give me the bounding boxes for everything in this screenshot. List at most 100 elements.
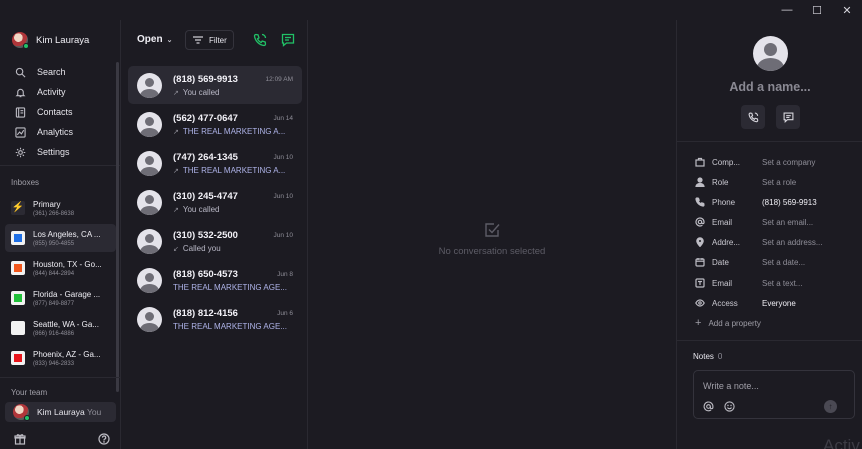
nav-label: Contacts	[37, 107, 73, 117]
nav-item-contacts[interactable]: Contacts	[0, 102, 116, 122]
bell-icon	[15, 87, 26, 98]
property-date[interactable]: Date Set a date...	[695, 255, 855, 269]
nav-item-search[interactable]: Search	[0, 62, 116, 82]
property-access[interactable]: Access Everyone	[695, 296, 855, 310]
inboxes-heading: Inboxes	[11, 178, 40, 187]
inbox-number: (855) 950-4855	[33, 240, 75, 247]
inbox-name: Florida - Garage ...	[33, 289, 101, 299]
status-dropdown[interactable]: Open ⌄	[137, 34, 172, 45]
message-contact-button[interactable]	[776, 105, 800, 129]
note-input-box[interactable]: Write a note... ↑	[693, 370, 855, 419]
activation-watermark: Activ	[823, 436, 860, 449]
nav-item-activity[interactable]: Activity	[0, 82, 116, 102]
inbox-houston[interactable]: Houston, TX - Go... (844) 844-2894	[5, 254, 116, 282]
contact-avatar	[137, 151, 162, 176]
conversation-item[interactable]: (818) 650-4573 Jun 8 THE REAL MARKETING …	[128, 261, 302, 299]
contact-avatar	[137, 112, 162, 137]
contact-avatar	[137, 190, 162, 215]
divider	[677, 340, 862, 341]
property-email[interactable]: Email Set an email...	[695, 215, 855, 229]
maximize-button[interactable]: ☐	[802, 0, 832, 20]
nav-item-settings[interactable]: Settings	[0, 142, 116, 162]
property-name: Date	[712, 257, 729, 267]
filter-button[interactable]: Filter	[185, 30, 234, 50]
empty-state-text: No conversation selected	[438, 246, 546, 257]
conversation-item[interactable]: (818) 812-4156 Jun 6 THE REAL MARKETING …	[128, 300, 302, 338]
divider	[677, 141, 862, 142]
property-text[interactable]: Email Set a text...	[695, 276, 855, 290]
property-name: Phone	[712, 197, 736, 207]
minimize-button[interactable]: —	[772, 0, 802, 20]
conversation-item[interactable]: (562) 477-0647 Jun 14 ↗ THE REAL MARKETIN…	[128, 105, 302, 143]
conversation-preview: ↗ You called	[173, 88, 220, 97]
close-button[interactable]: ✕	[832, 0, 862, 20]
preview-text: THE REAL MARKETING AGE...	[173, 322, 287, 331]
chevron-down-icon: ⌄	[166, 36, 173, 44]
inbox-name: Phoenix, AZ - Ga...	[33, 349, 101, 359]
gift-icon[interactable]	[14, 433, 26, 445]
note-input[interactable]: Write a note...	[703, 381, 759, 391]
message-icon	[281, 33, 295, 47]
conversation-item[interactable]: (310) 532-2500 Jun 10 ↙ Called you	[128, 222, 302, 260]
call-contact-button[interactable]	[741, 105, 765, 129]
property-value: Set an address...	[762, 237, 823, 247]
contact-phone: (310) 245-4747	[173, 191, 238, 202]
divider	[0, 165, 121, 166]
inbox-name: Houston, TX - Go...	[33, 259, 102, 269]
contact-phone: (747) 264-1345	[173, 152, 238, 163]
avatar	[13, 404, 30, 421]
plus-icon: +	[695, 317, 702, 329]
property-role[interactable]: Role Set a role	[695, 175, 855, 189]
team-member-row[interactable]: Kim Lauraya You	[5, 402, 116, 422]
conversation-time: Jun 10	[273, 193, 293, 200]
conversation-item[interactable]: (818) 569-9913 12:09 AM ↗ You called	[128, 66, 302, 104]
inbox-los-angeles[interactable]: Los Angeles, CA ... (855) 950-4855	[5, 224, 116, 252]
eye-icon	[695, 298, 705, 308]
contact-avatar[interactable]	[753, 36, 788, 71]
notes-heading: Notes 0	[693, 352, 722, 361]
property-value: Set a date...	[762, 257, 806, 267]
analytics-icon	[15, 126, 26, 138]
status-label: Open	[137, 34, 163, 45]
property-value: Set a role	[762, 177, 797, 187]
conversation-item[interactable]: (310) 245-4747 Jun 10 ↗ You called	[128, 183, 302, 221]
conversation-item[interactable]: (747) 264-1345 Jun 10 ↗ THE REAL MARKETIN…	[128, 144, 302, 182]
mention-icon[interactable]	[703, 401, 714, 412]
new-message-button[interactable]	[281, 33, 295, 47]
main-nav: Search Activity Contacts Analytics Setti…	[0, 62, 116, 162]
inbox-name: Los Angeles, CA ...	[33, 229, 101, 239]
contacts-icon	[15, 106, 26, 118]
outgoing-arrow-icon: ↗	[173, 167, 179, 175]
sidebar-scrollbar[interactable]	[116, 62, 119, 392]
phone-icon	[748, 112, 758, 122]
contact-name-field[interactable]: Add a name...	[677, 80, 862, 94]
current-user[interactable]: Kim Lauraya	[12, 32, 89, 49]
notes-count: 0	[717, 352, 723, 361]
contact-phone: (562) 477-0647	[173, 113, 238, 124]
inbox-seattle[interactable]: Seattle, WA - Ga... (866) 916-4886	[5, 314, 116, 342]
emoji-icon[interactable]	[724, 401, 735, 412]
conversation-preview: ↗ THE REAL MARKETING A...	[173, 127, 285, 136]
inbox-florida[interactable]: Florida - Garage ... (877) 849-8877	[5, 284, 116, 312]
contact-avatar	[137, 229, 162, 254]
company-icon	[695, 157, 705, 167]
property-name: Addre...	[712, 237, 741, 247]
property-value: Everyone	[762, 298, 796, 308]
conversation-preview: THE REAL MARKETING AGE...	[173, 322, 287, 331]
property-phone[interactable]: Phone (818) 569-9913	[695, 195, 855, 209]
help-icon[interactable]	[98, 433, 110, 445]
inbox-primary[interactable]: ⚡ Primary (361) 266-8638	[5, 194, 116, 222]
nav-item-analytics[interactable]: Analytics	[0, 122, 116, 142]
add-property-button[interactable]: + Add a property	[695, 317, 761, 329]
inbox-phoenix[interactable]: Phoenix, AZ - Ga... (833) 946-2833	[5, 344, 116, 372]
search-icon	[15, 67, 26, 78]
nav-label: Analytics	[37, 127, 74, 137]
send-note-button[interactable]: ↑	[824, 400, 837, 413]
new-call-button[interactable]	[253, 33, 267, 47]
contact-phone: (818) 650-4573	[173, 269, 238, 280]
conversation-time: 12:09 AM	[265, 76, 293, 83]
conversation-list: Open ⌄ Filter (818) 569-9913 12:09 AM ↗ Y…	[122, 20, 308, 449]
property-company[interactable]: Comp... Set a company	[695, 155, 855, 169]
conversation-preview: THE REAL MARKETING AGE...	[173, 283, 287, 292]
property-address[interactable]: Addre... Set an address...	[695, 235, 855, 249]
